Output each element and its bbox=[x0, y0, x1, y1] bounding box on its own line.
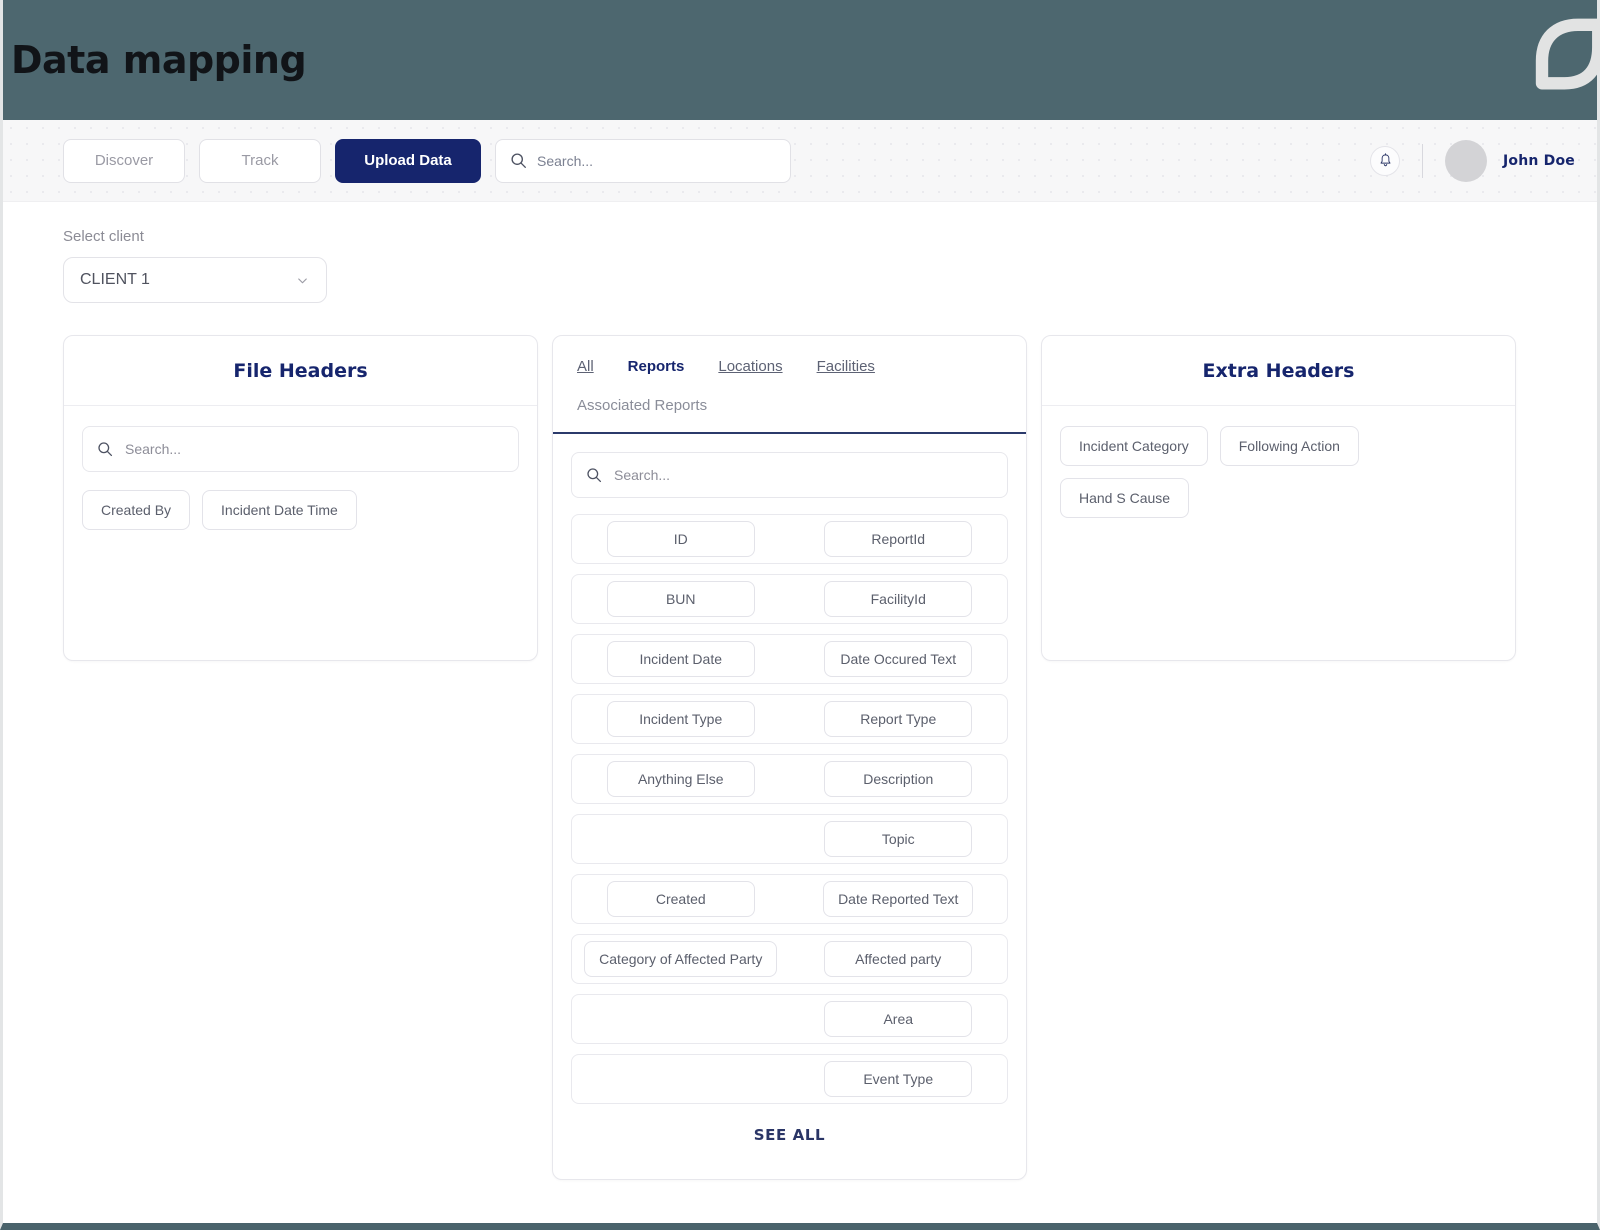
target-field-pill[interactable]: Area bbox=[824, 1001, 973, 1037]
file-headers-title: File Headers bbox=[233, 359, 368, 382]
search-icon bbox=[511, 153, 526, 168]
notification-bell-icon bbox=[1380, 153, 1390, 167]
see-all-button[interactable]: SEE ALL bbox=[571, 1104, 1008, 1164]
file-headers-search-placeholder: Search... bbox=[125, 441, 182, 457]
discover-button[interactable]: Discover bbox=[63, 138, 185, 183]
target-field-pill[interactable]: Event Type bbox=[824, 1061, 973, 1097]
mapping-row-source-slot[interactable]: Incident Type bbox=[572, 701, 790, 737]
mapping-row-source-slot[interactable]: Created bbox=[572, 881, 790, 917]
mapping-row: Incident Type Report Type bbox=[571, 694, 1008, 744]
target-field-pill[interactable]: Topic bbox=[824, 821, 973, 857]
mapping-row-target-slot[interactable]: ReportId bbox=[790, 521, 1008, 557]
extra-headers-body: Incident Category Following Action Hand S … bbox=[1042, 406, 1515, 538]
user-name-label: John Doe bbox=[1503, 152, 1575, 169]
mapping-row: Anything Else Description bbox=[571, 754, 1008, 804]
page-banner: Data mapping bbox=[3, 0, 1600, 120]
associated-reports-label: Associated Reports bbox=[577, 397, 708, 414]
mapping-row: ID ReportId bbox=[571, 514, 1008, 564]
client-select-dropdown[interactable]: CLIENT 1 bbox=[63, 257, 327, 303]
mapping-row-target-slot[interactable]: Event Type bbox=[790, 1061, 1008, 1097]
mapping-tabs: All Reports Locations Facilities bbox=[577, 358, 1002, 377]
target-field-pill[interactable]: Description bbox=[824, 761, 973, 797]
mapping-row: Area bbox=[571, 994, 1008, 1044]
track-button[interactable]: Track bbox=[199, 138, 321, 183]
mapping-columns: File Headers Search... Created By Inciden… bbox=[3, 303, 1597, 1180]
extra-headers-panel: Extra Headers Incident Category Following… bbox=[1041, 335, 1516, 661]
extra-headers-header: Extra Headers bbox=[1042, 336, 1515, 406]
search-icon bbox=[587, 468, 602, 483]
target-field-pill[interactable]: Date Occured Text bbox=[824, 641, 973, 677]
source-field-pill[interactable]: Anything Else bbox=[606, 761, 755, 797]
mapping-row-target-slot[interactable]: Affected party bbox=[790, 941, 1008, 977]
target-field-pill[interactable]: Report Type bbox=[824, 701, 973, 737]
mapping-panel: All Reports Locations Facilities Associated… bbox=[552, 335, 1027, 1180]
app-page: Data mapping Discover Track Upload Data … bbox=[0, 0, 1600, 1230]
mapping-row-source-slot[interactable]: BUN bbox=[572, 581, 790, 617]
page-title: Data mapping bbox=[11, 38, 307, 82]
mapping-row: Category of Affected Party Affected party bbox=[571, 934, 1008, 984]
source-field-pill[interactable]: Incident Type bbox=[606, 701, 755, 737]
source-field-pill[interactable]: Incident Date bbox=[606, 641, 755, 677]
extra-header-chip[interactable]: Hand S Cause bbox=[1060, 478, 1190, 518]
file-headers-search-input[interactable]: Search... bbox=[82, 426, 519, 472]
mapping-row-source-slot[interactable]: Category of Affected Party bbox=[572, 941, 790, 977]
search-icon bbox=[98, 442, 113, 457]
leaf-logo-icon bbox=[1535, 18, 1600, 90]
mapping-row-source-slot[interactable]: Anything Else bbox=[572, 761, 790, 797]
file-headers-header: File Headers bbox=[64, 336, 537, 406]
global-search-input[interactable]: Search... bbox=[495, 138, 791, 183]
mapping-search-input[interactable]: Search... bbox=[571, 452, 1008, 498]
mapping-row: BUN FacilityId bbox=[571, 574, 1008, 624]
toolbar-divider bbox=[1422, 143, 1424, 178]
source-field-pill[interactable]: Created bbox=[606, 881, 755, 917]
mapping-row-target-slot[interactable]: Area bbox=[790, 1001, 1008, 1037]
extra-header-chip[interactable]: Incident Category bbox=[1060, 426, 1208, 466]
mapping-row-source-slot[interactable]: ID bbox=[572, 521, 790, 557]
extra-header-chip[interactable]: Following Action bbox=[1219, 426, 1359, 466]
mapping-body: Search... ID ReportId BUN FacilityId Inciden… bbox=[553, 434, 1026, 1179]
select-client-label: Select client bbox=[63, 228, 144, 245]
file-headers-chip-list: Created By Incident Date Time bbox=[82, 490, 519, 530]
file-header-chip[interactable]: Created By bbox=[82, 490, 191, 530]
tab-locations[interactable]: Locations bbox=[718, 358, 782, 377]
tab-facilities[interactable]: Facilities bbox=[817, 358, 875, 377]
avatar[interactable] bbox=[1445, 139, 1488, 182]
file-header-chip[interactable]: Incident Date Time bbox=[202, 490, 357, 530]
mapping-row: Event Type bbox=[571, 1054, 1008, 1104]
tab-all[interactable]: All bbox=[577, 358, 594, 377]
mapping-row-target-slot[interactable]: Date Occured Text bbox=[790, 641, 1008, 677]
main-toolbar: Discover Track Upload Data Search... Joh… bbox=[3, 120, 1597, 202]
mapping-search-placeholder: Search... bbox=[614, 467, 671, 483]
mapping-row-list: ID ReportId BUN FacilityId Incident Date Date… bbox=[571, 514, 1008, 1104]
source-field-pill[interactable]: Category of Affected Party bbox=[584, 941, 778, 977]
mapping-row-target-slot[interactable]: Report Type bbox=[790, 701, 1008, 737]
global-search-placeholder: Search... bbox=[537, 152, 594, 169]
client-select-value: CLIENT 1 bbox=[80, 271, 150, 288]
file-headers-body: Search... Created By Incident Date Time bbox=[64, 406, 537, 550]
mapping-row-target-slot[interactable]: Topic bbox=[790, 821, 1008, 857]
target-field-pill[interactable]: ReportId bbox=[824, 521, 973, 557]
upload-data-button[interactable]: Upload Data bbox=[335, 138, 481, 183]
extra-headers-title: Extra Headers bbox=[1202, 359, 1355, 382]
target-field-pill[interactable]: Date Reported Text bbox=[823, 881, 974, 917]
tab-reports[interactable]: Reports bbox=[628, 358, 685, 377]
mapping-row: Incident Date Date Occured Text bbox=[571, 634, 1008, 684]
mapping-tabs-area: All Reports Locations Facilities Associated… bbox=[553, 336, 1026, 434]
notification-bell-button[interactable] bbox=[1370, 145, 1401, 176]
target-field-pill[interactable]: FacilityId bbox=[824, 581, 973, 617]
source-field-pill[interactable]: ID bbox=[606, 521, 755, 557]
mapping-row: Created Date Reported Text bbox=[571, 874, 1008, 924]
mapping-row-source-slot[interactable]: Incident Date bbox=[572, 641, 790, 677]
extra-headers-chip-list: Incident Category Following Action Hand S … bbox=[1060, 426, 1497, 518]
mapping-row-target-slot[interactable]: Description bbox=[790, 761, 1008, 797]
file-headers-panel: File Headers Search... Created By Inciden… bbox=[63, 335, 538, 661]
chevron-down-icon bbox=[298, 277, 307, 283]
client-selector-section: Select client CLIENT 1 bbox=[3, 202, 1597, 303]
mapping-row-target-slot[interactable]: Date Reported Text bbox=[790, 881, 1008, 917]
source-field-pill[interactable]: BUN bbox=[606, 581, 755, 617]
mapping-row: Topic bbox=[571, 814, 1008, 864]
target-field-pill[interactable]: Affected party bbox=[824, 941, 973, 977]
mapping-row-target-slot[interactable]: FacilityId bbox=[790, 581, 1008, 617]
